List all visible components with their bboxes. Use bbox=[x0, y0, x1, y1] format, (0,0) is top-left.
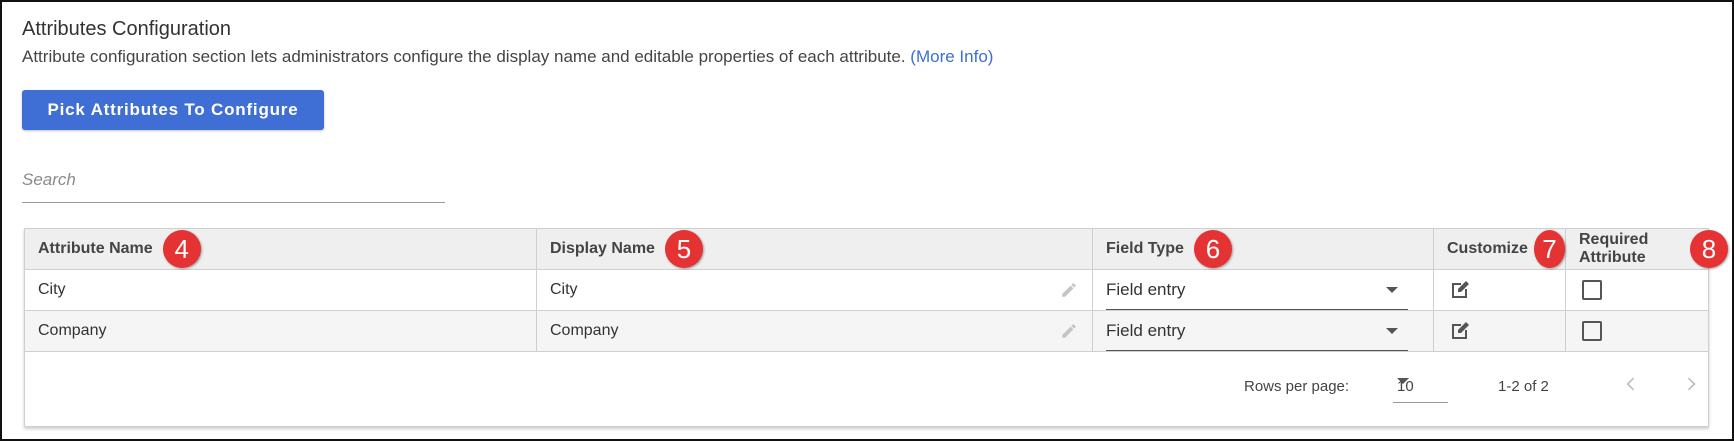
description-text: Attribute configuration section lets adm… bbox=[22, 47, 906, 66]
annotation-badge: 4 bbox=[162, 230, 201, 268]
table-header-row: Attribute Name 4 Display Name 5 Field Type… bbox=[25, 229, 1728, 270]
field-type-select[interactable]: Field entry bbox=[1106, 270, 1408, 310]
column-header-label: Customize bbox=[1447, 240, 1528, 257]
customize-cell bbox=[1434, 270, 1566, 310]
chevron-left-icon[interactable] bbox=[1621, 374, 1641, 394]
field-type-cell: Field entry bbox=[1093, 270, 1434, 310]
page-description: Attribute configuration section lets adm… bbox=[22, 47, 993, 67]
column-header-label: Attribute Name bbox=[38, 240, 153, 257]
page-title: Attributes Configuration bbox=[22, 18, 232, 40]
caret-down-icon bbox=[1397, 378, 1409, 384]
column-header-label: Display Name bbox=[550, 240, 655, 257]
search-field bbox=[22, 162, 445, 203]
column-header-label: Field Type bbox=[1106, 240, 1184, 257]
attributes-config-panel: Attributes Configuration Attribute confi… bbox=[0, 0, 1734, 441]
field-type-value: Field entry bbox=[1106, 279, 1186, 299]
customize-cell bbox=[1434, 311, 1566, 351]
pencil-icon[interactable] bbox=[1060, 322, 1078, 340]
table-row: City City Field entry bbox=[25, 270, 1708, 311]
attributes-table: Attribute Name 4 Display Name 5 Field Type… bbox=[24, 228, 1728, 427]
column-header-display-name: Display Name 5 bbox=[537, 229, 1093, 269]
chevron-right-icon[interactable] bbox=[1681, 374, 1701, 394]
attribute-name-cell: Company bbox=[25, 311, 537, 351]
annotation-badge: 6 bbox=[1193, 230, 1232, 268]
rows-per-page-select[interactable]: 10 bbox=[1393, 368, 1448, 403]
field-type-select[interactable]: Field entry bbox=[1106, 311, 1408, 351]
pencil-icon[interactable] bbox=[1060, 281, 1078, 299]
field-type-cell: Field entry bbox=[1093, 311, 1434, 351]
pagination-range: 1-2 of 2 bbox=[1498, 378, 1549, 395]
more-info-link[interactable]: (More Info) bbox=[910, 47, 993, 66]
table-row: Company Company Field entry bbox=[25, 311, 1708, 352]
table-pagination: Rows per page: 10 1-2 of 2 bbox=[25, 352, 1708, 424]
column-header-label: Required Attribute bbox=[1579, 231, 1649, 266]
display-name-value: Company bbox=[550, 322, 619, 339]
display-name-cell[interactable]: City bbox=[537, 270, 1093, 310]
column-header-customize: Customize 7 bbox=[1434, 229, 1566, 269]
required-checkbox[interactable] bbox=[1582, 280, 1602, 300]
required-checkbox[interactable] bbox=[1582, 321, 1602, 341]
search-input[interactable] bbox=[22, 162, 445, 198]
display-name-cell[interactable]: Company bbox=[537, 311, 1093, 351]
attribute-name-cell: City bbox=[25, 270, 537, 310]
display-name-value: City bbox=[550, 281, 578, 298]
column-header-attribute-name: Attribute Name 4 bbox=[25, 229, 537, 269]
column-header-field-type: Field Type 6 bbox=[1093, 229, 1434, 269]
annotation-badge: 5 bbox=[664, 230, 703, 268]
edit-square-icon[interactable] bbox=[1448, 319, 1472, 343]
rows-per-page-label: Rows per page: bbox=[1244, 378, 1350, 395]
caret-down-icon bbox=[1386, 328, 1398, 334]
annotation-badge: 8 bbox=[1690, 230, 1728, 268]
annotation-badge: 7 bbox=[1533, 230, 1565, 268]
caret-down-icon bbox=[1386, 287, 1398, 293]
edit-square-icon[interactable] bbox=[1448, 278, 1472, 302]
required-attribute-cell bbox=[1566, 270, 1708, 310]
required-attribute-cell bbox=[1566, 311, 1708, 351]
column-header-required-attribute: Required Attribute 8 bbox=[1566, 229, 1728, 269]
field-type-value: Field entry bbox=[1106, 320, 1186, 340]
pick-attributes-button[interactable]: Pick Attributes To Configure bbox=[22, 90, 324, 130]
